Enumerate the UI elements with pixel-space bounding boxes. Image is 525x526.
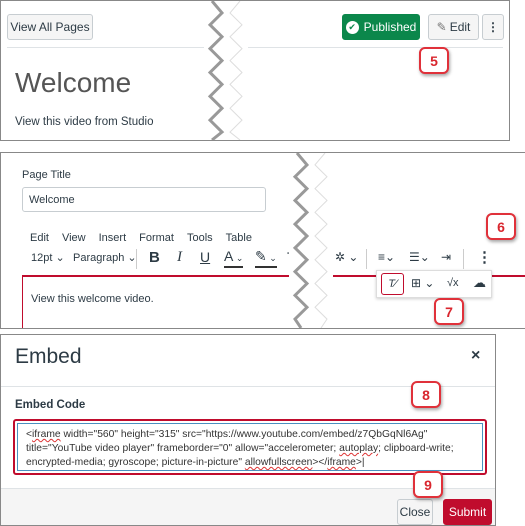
list-icon[interactable]: ☰⌄ bbox=[409, 250, 430, 264]
overflow-toolbar: T⁄ ⊞ ⌄ √x ☁ bbox=[376, 270, 492, 298]
bold-icon[interactable]: B bbox=[149, 249, 160, 266]
plugin-icon[interactable]: ✲ ⌄ bbox=[335, 250, 358, 264]
page-title: Welcome bbox=[15, 67, 132, 98]
edit-label: Edit bbox=[449, 20, 471, 34]
text-color-icon[interactable]: A ⌄ bbox=[224, 249, 244, 268]
embed-cloud-icon[interactable]: ☁ bbox=[473, 275, 486, 291]
font-size-select[interactable]: 12pt ⌄ bbox=[31, 251, 65, 264]
page-break-tear bbox=[289, 153, 333, 328]
menu-tools[interactable]: Tools bbox=[187, 232, 213, 244]
menu-insert[interactable]: Insert bbox=[99, 232, 127, 244]
align-icon[interactable]: ≡⌄ bbox=[378, 250, 395, 264]
page-title-input[interactable]: Welcome bbox=[22, 187, 266, 212]
table-icon[interactable]: ⊞ ⌄ bbox=[411, 276, 434, 290]
indent-icon[interactable]: ⇥ bbox=[441, 250, 451, 264]
block-format-select[interactable]: Paragraph ⌄ bbox=[73, 251, 137, 264]
dialog-title: Embed bbox=[15, 345, 82, 368]
pencil-icon: ✎ bbox=[436, 20, 447, 34]
callout-6: 6 bbox=[486, 213, 516, 240]
callout-8: 8 bbox=[411, 381, 441, 408]
page-body: View this video from Studio bbox=[15, 116, 154, 128]
menu-edit[interactable]: Edit bbox=[30, 232, 49, 244]
embed-dialog: Embed × Embed Code <iframe width="560" h… bbox=[0, 334, 496, 526]
clear-formatting-icon[interactable]: T⁄ bbox=[381, 273, 404, 295]
submit-button[interactable]: Submit bbox=[443, 499, 492, 525]
close-button[interactable]: Close bbox=[397, 499, 433, 525]
menu-table[interactable]: Table bbox=[226, 232, 252, 244]
divider bbox=[463, 249, 464, 269]
callout-5: 5 bbox=[419, 47, 449, 74]
menu-view[interactable]: View bbox=[62, 232, 86, 244]
view-all-pages-button[interactable]: View All Pages bbox=[7, 14, 93, 40]
editor-panel: Page Title Welcome Edit View Insert Format T… bbox=[0, 152, 525, 329]
embed-code-textarea[interactable]: <iframe width="560" height="315" src="ht… bbox=[13, 419, 487, 475]
published-button[interactable]: ✔ Published bbox=[342, 14, 420, 40]
callout-7: 7 bbox=[434, 298, 464, 325]
divider bbox=[136, 249, 137, 269]
italic-icon[interactable]: I bbox=[177, 249, 182, 266]
more-options-button[interactable]: ⋮ bbox=[482, 14, 504, 40]
published-label: Published bbox=[363, 20, 417, 34]
equation-icon[interactable]: √x bbox=[447, 277, 459, 289]
page-break-tear bbox=[204, 1, 248, 140]
close-icon[interactable]: × bbox=[471, 347, 480, 365]
editor-content-text: View this welcome video. bbox=[31, 293, 154, 305]
editor-menubar: Edit View Insert Format Tools Table bbox=[30, 228, 265, 246]
underline-icon[interactable]: U bbox=[200, 249, 210, 265]
embed-code-label: Embed Code bbox=[15, 399, 86, 411]
page-view-panel: View All Pages Welcome View this video f… bbox=[0, 0, 510, 141]
more-toolbar-button[interactable]: ⋮ bbox=[477, 248, 492, 266]
divider bbox=[366, 249, 367, 269]
page-title-label: Page Title bbox=[22, 169, 71, 181]
callout-9: 9 bbox=[413, 471, 443, 498]
edit-button[interactable]: ✎ Edit bbox=[428, 14, 479, 40]
highlight-icon[interactable]: ✎ ⌄ bbox=[255, 249, 277, 268]
menu-format[interactable]: Format bbox=[139, 232, 174, 244]
check-circle-icon: ✔ bbox=[345, 20, 359, 34]
